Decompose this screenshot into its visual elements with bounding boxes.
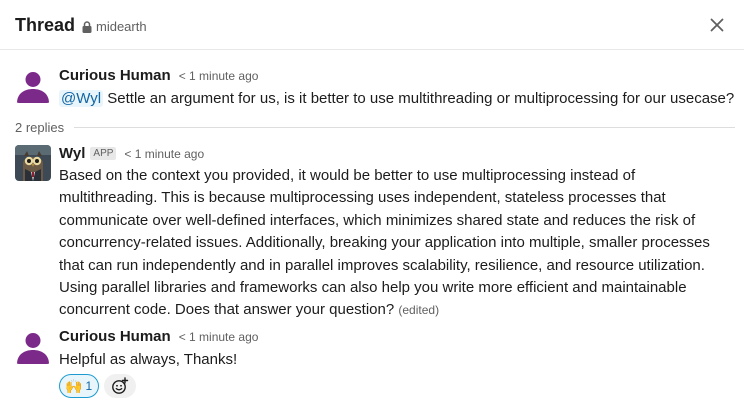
replies-count: 2 replies bbox=[15, 120, 65, 135]
thread-header: Thread midearth bbox=[0, 0, 744, 50]
message-author[interactable]: Curious Human bbox=[59, 67, 171, 84]
close-button[interactable] bbox=[706, 14, 728, 36]
avatar[interactable] bbox=[15, 67, 51, 103]
message-text-body: Based on the context you provided, it wo… bbox=[59, 167, 710, 319]
owl-avatar-icon bbox=[15, 145, 51, 181]
add-reaction-button[interactable] bbox=[104, 374, 137, 398]
reaction-count: 1 bbox=[85, 379, 93, 393]
reaction-raised-hands[interactable]: 🙌 1 bbox=[59, 374, 100, 398]
replies-divider: 2 replies bbox=[15, 120, 735, 135]
message-reply: Curious Human < 1 minute ago Helpful as … bbox=[15, 328, 735, 372]
user-mention[interactable]: @Wyl bbox=[59, 90, 104, 107]
channel-link[interactable]: midearth bbox=[82, 19, 147, 34]
message-text: @Wyl Settle an argument for us, is it be… bbox=[59, 88, 735, 110]
user-avatar-icon bbox=[17, 333, 49, 364]
thread-title: Thread bbox=[15, 15, 76, 35]
avatar[interactable] bbox=[15, 328, 51, 364]
message-parent: Curious Human < 1 minute ago @Wyl Settle… bbox=[15, 67, 735, 111]
edited-label: (edited) bbox=[398, 303, 440, 318]
message-reply: Wyl APP < 1 minute ago Based on the cont… bbox=[15, 145, 735, 320]
message-author[interactable]: Wyl bbox=[59, 145, 85, 162]
message-text-body: Settle an argument for us, is it better … bbox=[103, 90, 735, 107]
raised-hands-icon: 🙌 bbox=[65, 378, 83, 394]
divider-line bbox=[74, 127, 735, 128]
user-avatar-icon bbox=[17, 72, 49, 103]
channel-name: midearth bbox=[96, 19, 147, 34]
app-badge: APP bbox=[90, 147, 117, 160]
message-text: Based on the context you provided, it wo… bbox=[59, 165, 719, 322]
lock-icon bbox=[82, 20, 92, 33]
close-icon bbox=[710, 18, 724, 32]
avatar[interactable] bbox=[15, 145, 51, 181]
message-timestamp[interactable]: < 1 minute ago bbox=[179, 69, 259, 83]
reactions-bar: 🙌 1 bbox=[59, 374, 137, 398]
message-timestamp[interactable]: < 1 minute ago bbox=[179, 330, 259, 344]
add-reaction-icon bbox=[112, 377, 129, 394]
message-text: Helpful as always, Thanks! bbox=[59, 351, 238, 368]
message-timestamp[interactable]: < 1 minute ago bbox=[124, 147, 204, 161]
message-author[interactable]: Curious Human bbox=[59, 328, 171, 345]
